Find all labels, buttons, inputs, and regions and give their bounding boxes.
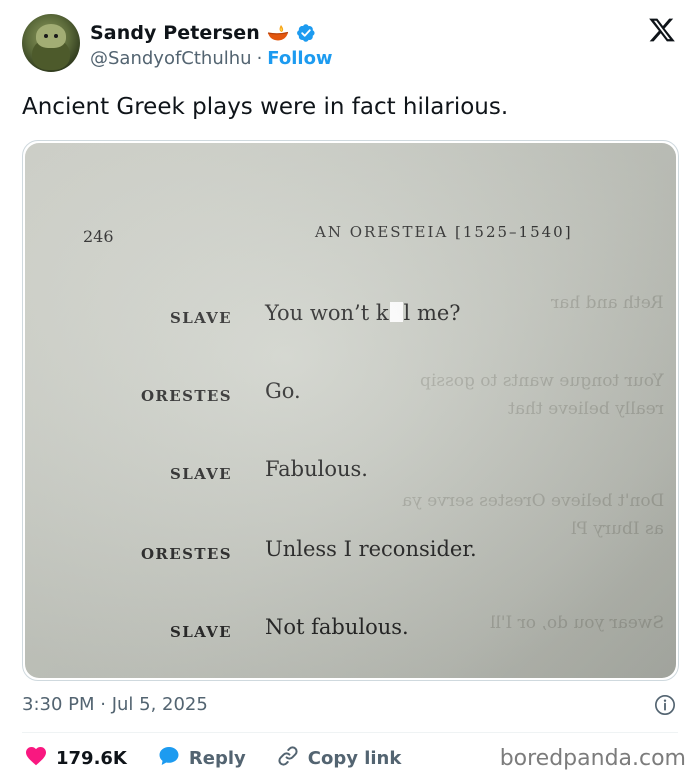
- bleed-through-text: really believe that: [508, 399, 664, 419]
- heart-icon: [24, 744, 48, 773]
- footer-divider: [22, 732, 678, 733]
- watermark: boredpanda.com: [499, 746, 686, 771]
- bleed-through-text: as Ibury Pl: [571, 519, 664, 539]
- verified-badge-icon: [296, 23, 316, 43]
- like-count: 179.6K: [56, 748, 127, 769]
- tweet-photo[interactable]: Reth and har Your tongue wants to gossip…: [22, 140, 679, 681]
- speech-text: Go.: [265, 379, 301, 403]
- page-number: 246: [83, 227, 114, 246]
- speech-text: You won’t kl me?: [265, 301, 461, 325]
- author-handle[interactable]: @SandyofCthulhu: [90, 48, 252, 69]
- bleed-through-text: Reth and har: [551, 293, 664, 313]
- speaker-name: SLAVE: [170, 465, 232, 483]
- reply-label: Reply: [188, 748, 246, 769]
- author-handle-row: @SandyofCthulhu · Follow: [90, 48, 333, 69]
- speaker-name: SLAVE: [170, 623, 232, 641]
- author-display-name[interactable]: Sandy Petersen: [90, 22, 260, 44]
- speaker-name: SLAVE: [170, 309, 232, 327]
- reply-button[interactable]: Reply: [157, 744, 246, 773]
- tweet-timestamp[interactable]: 3:30 PM · Jul 5, 2025: [22, 694, 208, 715]
- speech-bubble-icon: [157, 744, 181, 773]
- speech-text: Fabulous.: [265, 457, 368, 481]
- tweet-text: Ancient Greek plays were in fact hilario…: [22, 94, 509, 120]
- handle-separator: ·: [256, 48, 263, 69]
- author-name-row: Sandy Petersen: [90, 22, 316, 44]
- running-head: AN ORESTEIA [1525–1540]: [315, 223, 573, 241]
- speech-text: Not fabulous.: [265, 615, 409, 639]
- action-bar: 179.6K Reply Copy link: [24, 744, 431, 773]
- speaker-name: ORESTES: [140, 545, 232, 563]
- author-avatar[interactable]: [22, 14, 80, 72]
- link-icon: [276, 744, 300, 773]
- bleed-through-text: Don't believe Orestes serve ya: [401, 491, 664, 511]
- diya-lamp-icon: [266, 23, 290, 43]
- censor-block: [389, 302, 403, 322]
- speech-text: Unless I reconsider.: [265, 537, 477, 561]
- bleed-through-text: Your tongue wants to gossip: [420, 371, 664, 391]
- follow-button[interactable]: Follow: [267, 48, 332, 69]
- copy-link-label: Copy link: [307, 748, 402, 769]
- speaker-name: ORESTES: [140, 387, 232, 405]
- like-button[interactable]: 179.6K: [24, 744, 127, 773]
- info-icon[interactable]: [654, 694, 676, 716]
- book-page-photo: Reth and har Your tongue wants to gossip…: [25, 143, 676, 678]
- bleed-through-text: Swear you do, or I'll: [489, 613, 664, 633]
- copy-link-button[interactable]: Copy link: [276, 744, 402, 773]
- x-logo-icon[interactable]: [648, 16, 676, 44]
